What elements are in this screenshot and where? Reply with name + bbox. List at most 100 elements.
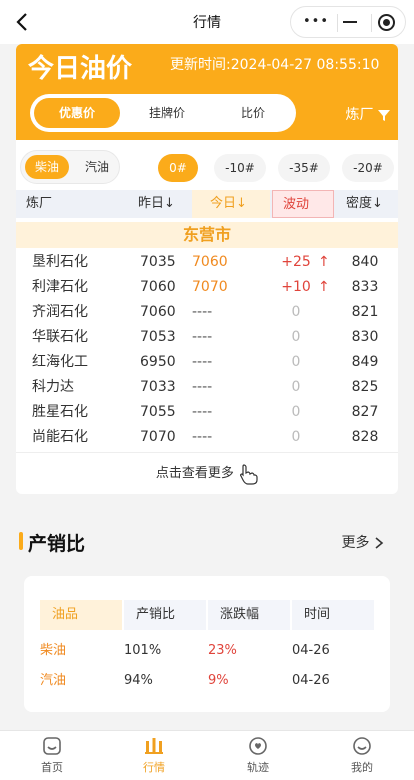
price-row[interactable]: 利津石化 7060 7070 +10 ↑ 833 bbox=[16, 275, 398, 300]
density: 821 bbox=[351, 304, 379, 320]
grade-minus35[interactable]: -35# bbox=[278, 154, 330, 182]
refinery-name: 利津石化 bbox=[32, 279, 88, 295]
yesterday-price: 7060 bbox=[140, 279, 176, 295]
price-change: +10 bbox=[281, 279, 311, 295]
today-price: 7060 bbox=[192, 254, 228, 270]
sales-ratio: 94% bbox=[124, 673, 153, 688]
tab-market-label: 行情 bbox=[143, 761, 165, 774]
sales-date: 04-26 bbox=[292, 673, 330, 688]
section-title-sales-ratio: 产销比 bbox=[28, 533, 86, 555]
yesterday-price: 7055 bbox=[140, 404, 176, 420]
fuel-diesel[interactable]: 柴油 bbox=[25, 155, 69, 179]
section-accent-bar bbox=[19, 532, 23, 550]
profile-icon bbox=[353, 737, 371, 755]
density: 825 bbox=[351, 379, 379, 395]
sales-product: 汽油 bbox=[40, 673, 67, 688]
price-change: 0 bbox=[291, 404, 301, 420]
today-price: ---- bbox=[192, 404, 213, 420]
price-row[interactable]: 红海化工 6950 ---- 0 849 bbox=[16, 350, 398, 375]
refinery-name: 齐润石化 bbox=[32, 304, 88, 320]
today-price: ---- bbox=[192, 429, 213, 445]
grade-0[interactable]: 0# bbox=[158, 154, 198, 182]
pointer-hand-icon bbox=[240, 463, 258, 485]
tab-bar: 首页 行情 轨迹 我的 bbox=[0, 730, 414, 780]
sales-more-link[interactable]: 更多 bbox=[342, 532, 384, 552]
arrow-up-icon: ↑ bbox=[318, 279, 330, 295]
chevron-right-icon bbox=[375, 537, 384, 549]
tab-home[interactable]: 首页 bbox=[22, 735, 82, 775]
fuel-gasoline[interactable]: 汽油 bbox=[75, 155, 119, 179]
today-price: ---- bbox=[192, 379, 213, 395]
arrow-up-icon: ↑ bbox=[318, 254, 330, 270]
refinery-filter-label: 炼厂 bbox=[345, 107, 374, 123]
price-card-header: 今日油价 更新时间:2024-04-27 08:55:10 优惠价 挂牌价 比价… bbox=[16, 44, 398, 140]
price-row[interactable]: 胜星石化 7055 ---- 0 827 bbox=[16, 400, 398, 425]
col-yesterday-sort[interactable]: 昨日↓ bbox=[128, 190, 188, 218]
density: 830 bbox=[351, 329, 379, 345]
filter-icon bbox=[378, 110, 390, 121]
sales-product: 柴油 bbox=[40, 643, 67, 658]
col-today-sort[interactable]: 今日↓ bbox=[192, 190, 270, 218]
col-change-pct: 涨跌幅 bbox=[208, 600, 290, 630]
track-icon bbox=[249, 737, 267, 755]
load-more-button[interactable]: 点击查看更多 bbox=[16, 462, 398, 485]
col-product: 油品 bbox=[40, 600, 122, 630]
tab-profile[interactable]: 我的 bbox=[332, 735, 392, 775]
yesterday-price: 7060 bbox=[140, 304, 176, 320]
sales-ratio: 101% bbox=[124, 643, 162, 658]
yesterday-price: 7070 bbox=[140, 429, 176, 445]
price-table-header: 炼厂 昨日↓ 今日↓ 波动 密度↓ bbox=[16, 190, 398, 218]
price-row[interactable]: 垦利石化 7035 7060 +25 ↑ 840 bbox=[16, 250, 398, 275]
col-date: 时间 bbox=[292, 600, 374, 630]
tab-track[interactable]: 轨迹 bbox=[228, 735, 288, 775]
col-change[interactable]: 波动 bbox=[272, 190, 334, 218]
segment-discount-price[interactable]: 优惠价 bbox=[34, 98, 120, 128]
home-icon bbox=[43, 737, 61, 755]
fuel-type-toggle: 柴油 汽油 bbox=[20, 150, 120, 184]
refinery-filter-button[interactable]: 炼厂 bbox=[346, 104, 390, 124]
yesterday-price: 7035 bbox=[140, 254, 176, 270]
today-price: ---- bbox=[192, 354, 213, 370]
price-change: 0 bbox=[291, 304, 301, 320]
density: 833 bbox=[351, 279, 379, 295]
price-row[interactable]: 科力达 7033 ---- 0 825 bbox=[16, 375, 398, 400]
col-ratio: 产销比 bbox=[124, 600, 206, 630]
tab-track-label: 轨迹 bbox=[247, 761, 269, 774]
price-row[interactable]: 华联石化 7053 ---- 0 830 bbox=[16, 325, 398, 350]
grade-minus10[interactable]: -10# bbox=[214, 154, 266, 182]
more-menu-button[interactable]: ••• bbox=[303, 14, 329, 29]
price-change: 0 bbox=[291, 354, 301, 370]
yesterday-price: 7053 bbox=[140, 329, 176, 345]
refinery-name: 尚能石化 bbox=[32, 429, 88, 445]
sales-date: 04-26 bbox=[292, 643, 330, 658]
density: 849 bbox=[351, 354, 379, 370]
tab-profile-label: 我的 bbox=[351, 761, 373, 774]
mini-program-capsule: ••• bbox=[290, 6, 406, 38]
refinery-name: 华联石化 bbox=[32, 329, 88, 345]
grade-minus20[interactable]: -20# bbox=[342, 154, 394, 182]
price-row[interactable]: 齐润石化 7060 ---- 0 821 bbox=[16, 300, 398, 325]
update-time: 更新时间:2024-04-27 08:55:10 bbox=[170, 57, 380, 73]
oil-price-card: 今日油价 更新时间:2024-04-27 08:55:10 优惠价 挂牌价 比价… bbox=[16, 44, 398, 494]
minimize-button[interactable] bbox=[343, 21, 357, 23]
yesterday-price: 7033 bbox=[140, 379, 176, 395]
price-row[interactable]: 尚能石化 7070 ---- 0 828 bbox=[16, 425, 398, 450]
segment-listed-price[interactable]: 挂牌价 bbox=[130, 98, 204, 128]
today-price: ---- bbox=[192, 304, 213, 320]
col-density-sort[interactable]: 密度↓ bbox=[346, 190, 383, 218]
load-more-label: 点击查看更多 bbox=[155, 466, 234, 481]
density: 827 bbox=[351, 404, 379, 420]
tab-market[interactable]: 行情 bbox=[124, 735, 184, 775]
price-card-title: 今日油价 bbox=[28, 54, 133, 84]
close-miniprogram-button[interactable] bbox=[378, 14, 395, 31]
sales-change: 23% bbox=[208, 643, 237, 658]
segment-compare-price[interactable]: 比价 bbox=[216, 98, 290, 128]
col-refinery: 炼厂 bbox=[26, 196, 53, 211]
tab-home-label: 首页 bbox=[41, 761, 63, 774]
density: 828 bbox=[351, 429, 379, 445]
price-change: 0 bbox=[291, 379, 301, 395]
city-header: 东营市 bbox=[16, 222, 398, 248]
refinery-name: 垦利石化 bbox=[32, 254, 88, 270]
sales-more-label: 更多 bbox=[341, 535, 370, 551]
sales-change: 9% bbox=[208, 673, 229, 688]
